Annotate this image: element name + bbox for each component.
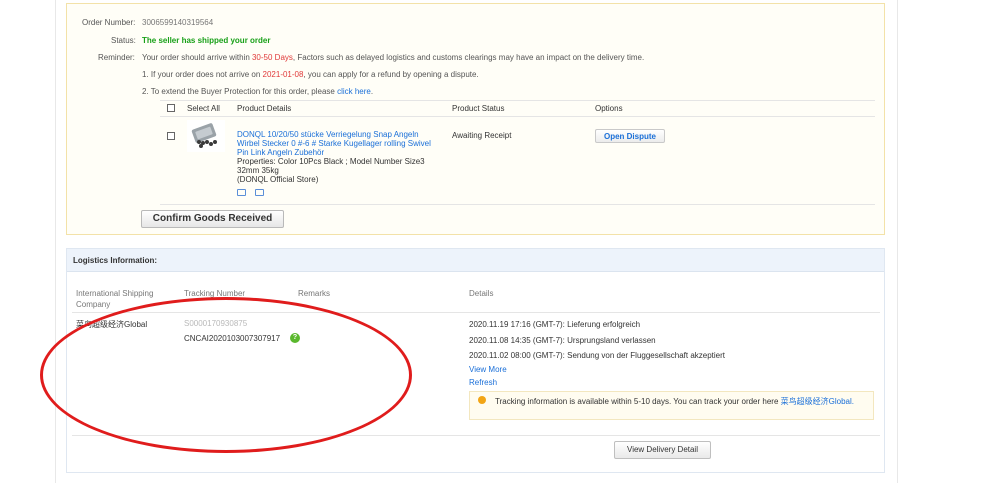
deadline-date: 2021-01-08 [262, 70, 304, 79]
product-status: Awaiting Receipt [452, 131, 512, 140]
col-header-product-details: Product Details [237, 104, 292, 113]
tracking-event: 2020.11.02 08:00 (GMT-7): Sendung von de… [469, 351, 726, 360]
col-header-company: International Shipping Company [76, 289, 154, 309]
col-header-details: Details [469, 289, 494, 298]
tracking-number: CNCAI2020103007307917 [184, 334, 281, 343]
snapshot-icon[interactable] [237, 189, 246, 196]
divider [160, 116, 875, 117]
product-checkbox[interactable] [167, 132, 175, 140]
divider [160, 204, 875, 205]
tracking-event: 2020.11.19 17:16 (GMT-7): Lieferung erfo… [469, 320, 641, 329]
shipping-company: 菜鸟超级经济Global [76, 320, 148, 329]
status-value: The seller has shipped your order [142, 36, 271, 45]
cart-icon[interactable] [255, 189, 264, 196]
order-number-label: Order Number: [82, 18, 136, 27]
col-header-options: Options [595, 104, 623, 113]
divider [72, 435, 880, 436]
reminder-text: Your order should arrive within 30-50 Da… [142, 53, 645, 62]
col-header-tracking: Tracking Number [184, 289, 246, 298]
tracking-event: 2020.11.08 14:35 (GMT-7): Ursprungsland … [469, 336, 656, 345]
product-thumbnail[interactable] [187, 120, 225, 152]
tracking-number-old: S0000170930875 [184, 319, 248, 328]
select-all-label: Select All [187, 104, 220, 113]
view-more-link[interactable]: View More [469, 365, 507, 374]
col-header-remarks: Remarks [298, 289, 331, 298]
logistics-header [67, 249, 884, 272]
refresh-link[interactable]: Refresh [469, 378, 497, 387]
open-dispute-button[interactable]: Open Dispute [595, 129, 665, 143]
divider [160, 100, 875, 101]
product-name-link[interactable]: DONQL 10/20/50 stücke Verriegelung Snap … [237, 130, 442, 157]
logistics-title: Logistics Information: [73, 256, 157, 265]
lightbulb-icon [478, 396, 486, 404]
extend-protection-link[interactable]: click here [337, 87, 371, 96]
divider [72, 312, 880, 313]
confirm-goods-received-button[interactable]: Confirm Goods Received [141, 210, 284, 228]
status-label: Status: [111, 36, 136, 45]
refund-note: 1. If your order does not arrive on 2021… [142, 70, 479, 79]
help-icon[interactable]: ? [290, 333, 300, 343]
view-delivery-detail-button[interactable]: View Delivery Detail [614, 441, 711, 459]
select-all-checkbox[interactable] [167, 104, 175, 112]
delivery-window: 30-50 Days [251, 53, 293, 62]
carrier-tracking-link[interactable]: 菜鸟超级经济Global. [781, 397, 854, 406]
reminder-label: Reminder: [98, 53, 135, 62]
product-properties: Properties: Color 10Pcs Black ; Model Nu… [237, 157, 425, 175]
tracking-tip-text: Tracking information is available within… [495, 397, 854, 406]
logistics-panel [66, 248, 885, 473]
store-name: (DONQL Official Store) [237, 175, 319, 184]
col-header-product-status: Product Status [452, 104, 505, 113]
order-number-value: 3006599140319564 [142, 18, 214, 27]
protection-note: 2. To extend the Buyer Protection for th… [142, 87, 374, 96]
